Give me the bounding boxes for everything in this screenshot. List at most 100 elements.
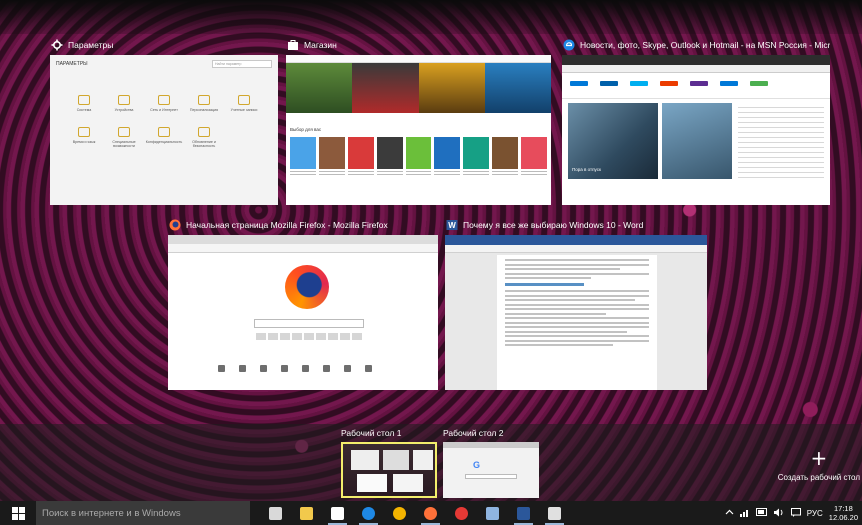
network-icon: [158, 95, 170, 105]
window-store[interactable]: Магазин Выбор для вас: [286, 35, 551, 205]
settings-item-label: Персонализация: [189, 108, 219, 112]
desktop-2[interactable]: Рабочий стол 2 G: [443, 428, 539, 498]
new-desktop-button[interactable]: + Создать рабочий стол: [778, 448, 860, 482]
desktop-1[interactable]: Рабочий стол 1: [341, 428, 437, 498]
window-word[interactable]: W Почему я все же выбираю Windows 10 - W…: [445, 215, 707, 390]
word-toolbar: [445, 245, 707, 253]
system-icon: [78, 95, 90, 105]
gear-icon: [50, 39, 63, 52]
windows-logo-icon: [11, 506, 25, 520]
store-app-tiles: [290, 137, 548, 169]
taskbar-app-store[interactable]: [322, 501, 353, 525]
settings-item: Специальные возможности: [104, 126, 144, 149]
address-bar: [168, 244, 438, 253]
devices-icon: [118, 95, 130, 105]
settings-item-label: Время и язык: [72, 139, 96, 144]
settings-item: Конфиденциальность: [144, 126, 184, 149]
settings-item-label: Сеть и Интернет: [150, 108, 178, 112]
store-section-title: Выбор для вас: [290, 127, 322, 132]
settings-item: Система: [64, 95, 104, 113]
settings-app-title: ПАРАМЕТРЫ: [56, 61, 88, 67]
msn-headlines: [738, 103, 824, 179]
svg-text:W: W: [448, 221, 456, 230]
msn-hero-caption: Пора в отпуск: [572, 167, 601, 172]
window-title: Почему я все же выбираю Windows 10 - Wor…: [463, 220, 644, 230]
word-document-page: [497, 255, 657, 390]
window-header: Магазин: [286, 35, 551, 55]
browser-tabs: [168, 235, 438, 244]
settings-item: Устройства: [104, 95, 144, 113]
settings-icon: [548, 506, 561, 520]
settings-item-label: Устройства: [114, 108, 134, 112]
start-button[interactable]: [0, 501, 36, 525]
privacy-icon: [158, 126, 170, 137]
window-header: Параметры: [50, 35, 278, 55]
task-view-icon: [269, 506, 282, 520]
window-header: Начальная страница Mozilla Firefox - Moz…: [168, 215, 438, 235]
window-settings[interactable]: Параметры ПАРАМЕТРЫ Найти параметр Систе…: [50, 35, 278, 205]
firefox-snippet: [256, 333, 362, 340]
edge-icon: [562, 39, 575, 52]
taskbar-app-firefox[interactable]: [415, 501, 446, 525]
edge-icon: [362, 506, 375, 520]
browser-tabs: [562, 55, 830, 65]
firefox-icon: [168, 219, 181, 232]
window-header: Новости, фото, Skype, Outlook и Hotmail …: [562, 35, 830, 55]
taskbar-app-chrome[interactable]: [384, 501, 415, 525]
store-topbar: [286, 55, 551, 63]
desktop-thumbnail[interactable]: G: [443, 442, 539, 498]
action-center-icon[interactable]: [790, 507, 801, 519]
window-title: Параметры: [68, 40, 114, 50]
language-indicator[interactable]: РУС: [807, 509, 823, 518]
chevron-up-icon[interactable]: [725, 508, 734, 519]
word-ribbon: [445, 235, 707, 245]
settings-item-label: Обновление и безопасность: [192, 139, 216, 149]
taskbar-app-settings[interactable]: [539, 501, 570, 525]
file-explorer-icon: [300, 506, 313, 520]
msn-service-links: [562, 77, 830, 89]
settings-item: Время и язык: [64, 126, 104, 149]
address-bar: [562, 65, 830, 73]
taskbar-app-yandex[interactable]: [446, 501, 477, 525]
settings-search-input: Найти параметр: [212, 60, 272, 68]
store-icon: [286, 39, 299, 52]
window-firefox[interactable]: Начальная страница Mozilla Firefox - Moz…: [168, 215, 438, 390]
taskbar-app-file-explorer[interactable]: [291, 501, 322, 525]
new-desktop-label: Создать рабочий стол: [777, 473, 860, 482]
taskbar-app-word[interactable]: [508, 501, 539, 525]
battery-icon[interactable]: [755, 508, 768, 518]
desktop-thumbnail[interactable]: [341, 442, 437, 498]
settings-item: Обновление и безопасность: [184, 126, 224, 149]
search-placeholder: Поиск в интернете и в Windows: [42, 507, 181, 519]
window-title: Новости, фото, Skype, Outlook и Hotmail …: [580, 40, 830, 50]
yandex-icon: [455, 506, 468, 520]
taskbar-app-edge[interactable]: [353, 501, 384, 525]
settings-item-label: Система: [76, 108, 92, 112]
chrome-icon: [393, 506, 406, 520]
firefox-preview: [168, 235, 438, 390]
msn-preview: Пора в отпуск: [562, 55, 830, 205]
taskbar-apps: [260, 501, 570, 525]
word-icon: W: [445, 219, 458, 232]
network-icon[interactable]: [739, 508, 750, 519]
accounts-icon: [238, 95, 250, 105]
desktop-label: Рабочий стол 1: [341, 428, 402, 438]
clock[interactable]: 17:18 12.06.20: [829, 504, 858, 522]
word-preview: [445, 235, 707, 390]
store-tile-captions: [290, 171, 548, 177]
taskbar-search-box[interactable]: Поиск в интернете и в Windows: [36, 501, 250, 525]
time-language-icon: [78, 126, 90, 137]
volume-icon[interactable]: [773, 508, 785, 519]
system-tray: РУС 17:18 12.06.20: [725, 501, 858, 525]
settings-item-label: Конфиденциальность: [145, 139, 183, 144]
msn-nav: [562, 91, 830, 99]
word-icon: [517, 506, 530, 520]
firefox-search-box: [254, 319, 364, 328]
store-hero-banner: [286, 63, 551, 113]
store-preview: Выбор для вас: [286, 55, 551, 205]
store-icon: [331, 506, 344, 520]
taskbar-app-task-view[interactable]: [260, 501, 291, 525]
taskbar-app-photos[interactable]: [477, 501, 508, 525]
window-edge-msn[interactable]: Новости, фото, Skype, Outlook и Hotmail …: [562, 35, 830, 205]
settings-item-label: Специальные возможности: [112, 139, 136, 149]
